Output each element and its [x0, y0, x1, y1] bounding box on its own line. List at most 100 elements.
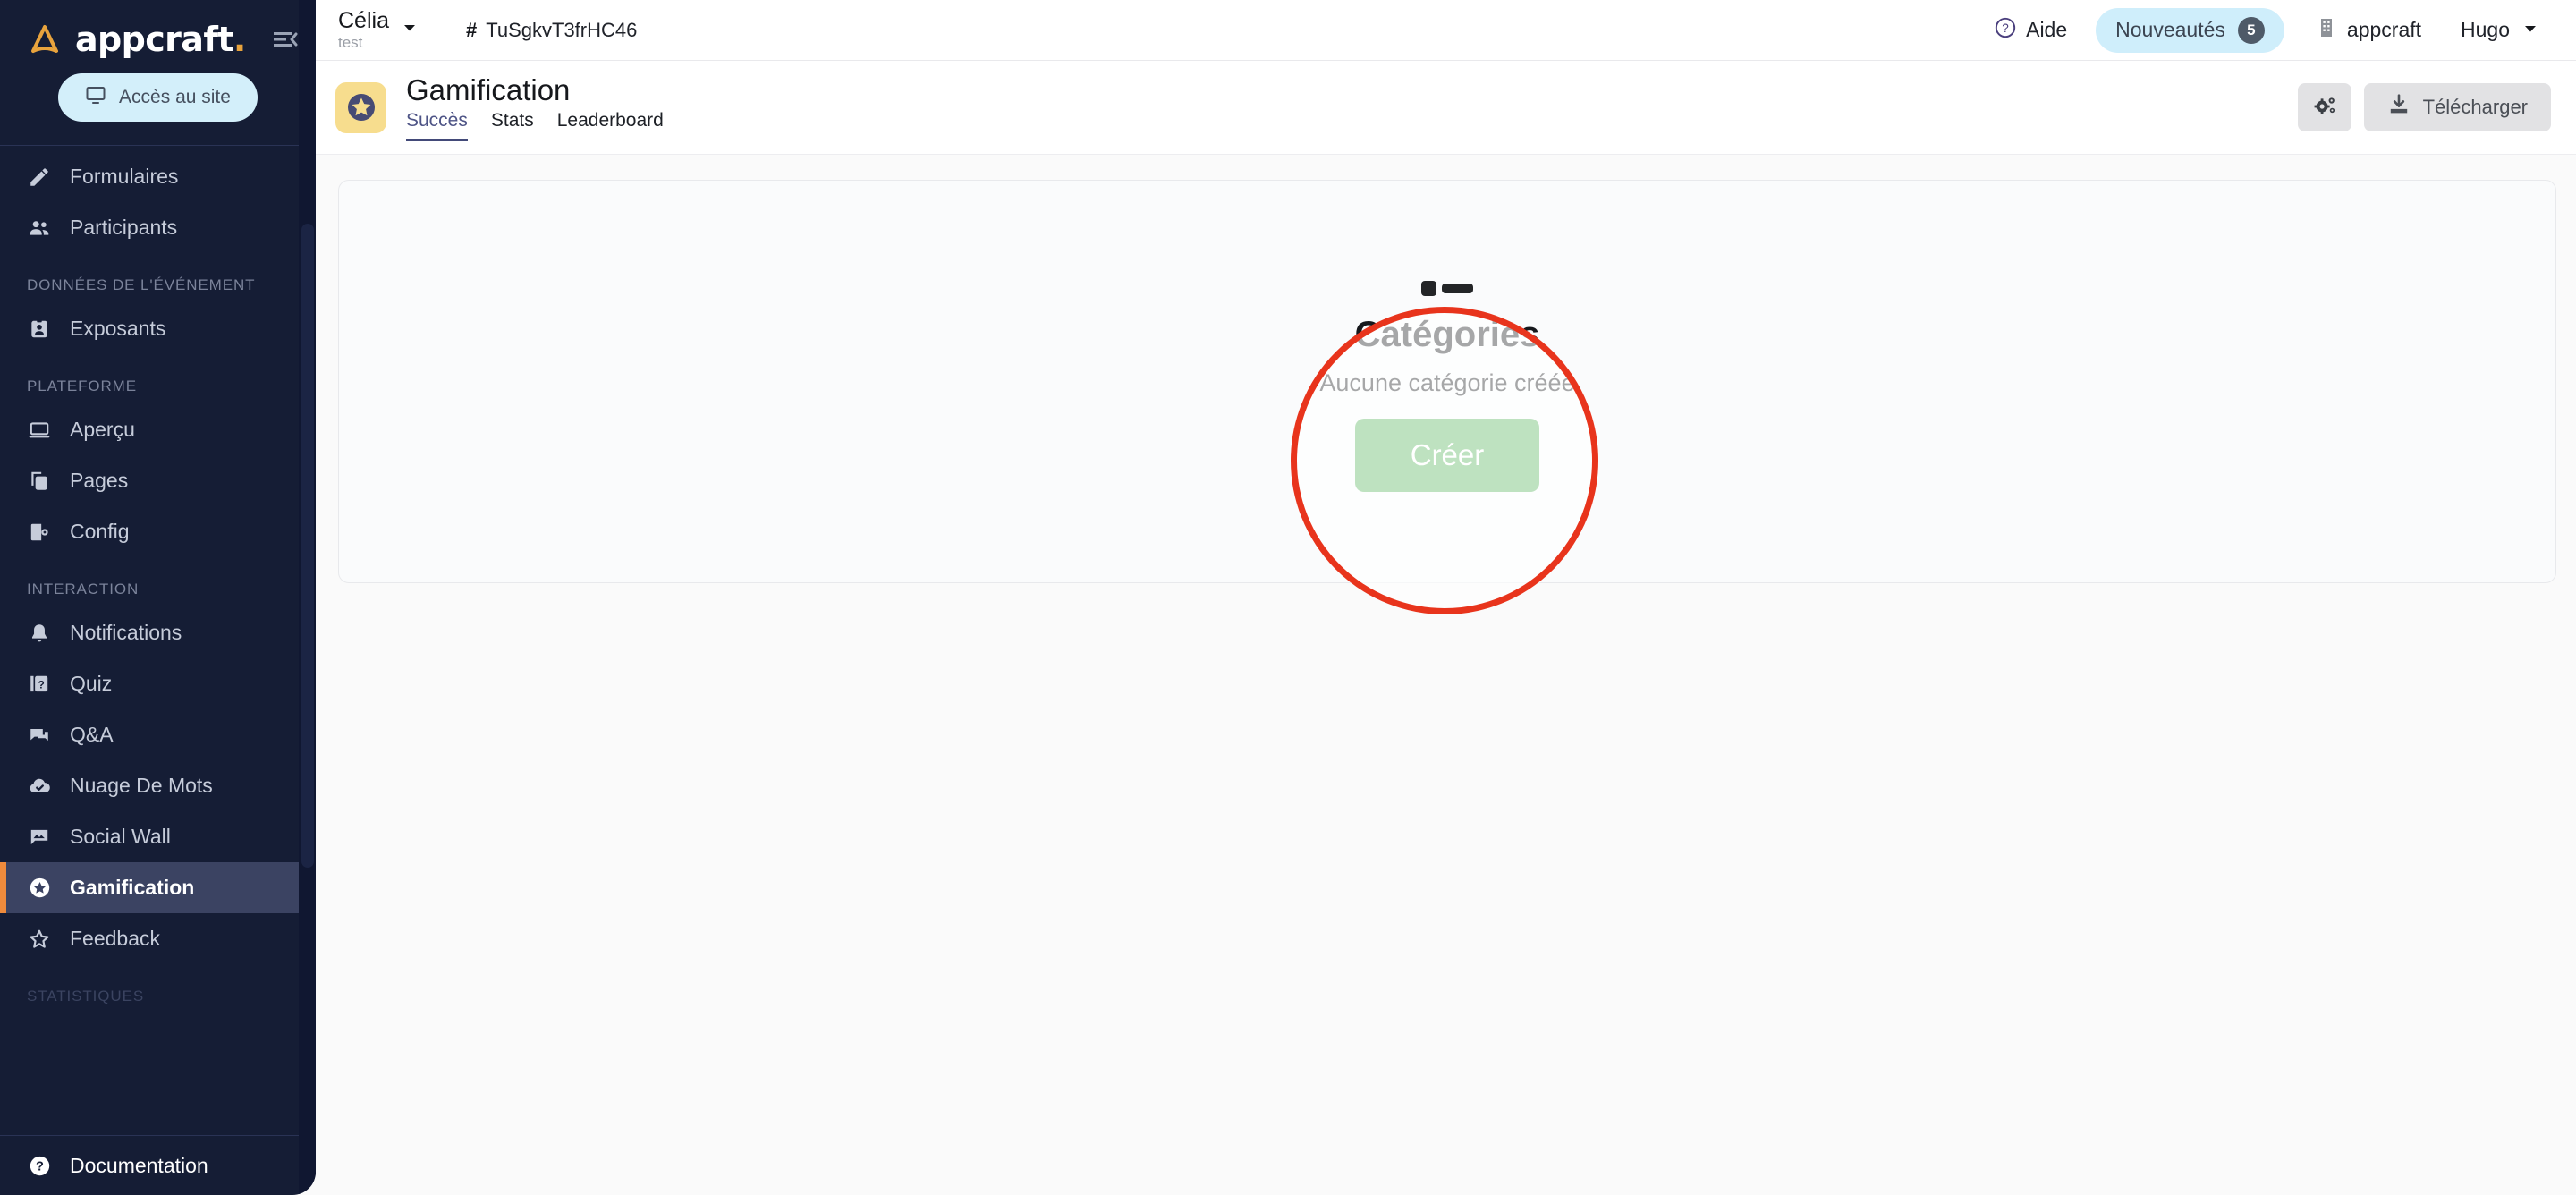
sidebar-item-label: Aperçu	[70, 418, 135, 441]
sidebar-item-label: Q&A	[70, 723, 114, 746]
sidebar: appcraft. Accès au site Formulaires Part…	[0, 0, 316, 1195]
topbar-actions: ? Aide Nouveautés 5 appcraft Hugo	[1981, 7, 2576, 53]
organization-label: appcraft	[2346, 18, 2422, 41]
sidebar-item-label: Feedback	[70, 927, 161, 950]
sidebar-item-formulaires[interactable]: Formulaires	[0, 151, 299, 202]
brand-logo[interactable]: appcraft.	[0, 0, 316, 59]
svg-text:?: ?	[2002, 21, 2009, 34]
tab-stats[interactable]: Stats	[491, 110, 534, 141]
category-list-icon	[1421, 279, 1473, 303]
sidebar-scrollbar[interactable]	[299, 0, 316, 1195]
page-header-actions: Télécharger	[2297, 83, 2576, 131]
empty-state-subtitle: Aucune catégorie créée	[1319, 369, 1575, 396]
sidebar-item-social-wall[interactable]: Social Wall	[0, 811, 299, 862]
bell-icon	[27, 621, 52, 646]
sidebar-item-label: Social Wall	[70, 825, 171, 848]
page-header-texts: Gamification Succès Stats Leaderboard	[406, 73, 664, 142]
sidebar-footer: ? Documentation	[0, 1135, 316, 1195]
empty-state: Catégories Aucune catégorie créée Créer	[339, 279, 2555, 492]
help-button[interactable]: ? Aide	[1981, 9, 2080, 52]
sidebar-item-label: Config	[70, 520, 130, 543]
sidebar-item-pages[interactable]: Pages	[0, 455, 299, 506]
question-card-icon: ?	[27, 672, 52, 697]
sidebar-item-nuage-de-mots[interactable]: Nuage De Mots	[0, 760, 299, 811]
event-code-value: TuSgkvT3frHC46	[486, 18, 638, 41]
sidebar-item-gamification[interactable]: Gamification	[0, 862, 299, 913]
sidebar-item-config[interactable]: Config	[0, 506, 299, 557]
main-content: Catégories Aucune catégorie créée Créer	[316, 156, 2576, 1195]
news-button[interactable]: Nouveautés 5	[2096, 7, 2284, 53]
topbar: Célia test # TuSgkvT3frHC46 ? Aide Nouve…	[316, 0, 2576, 61]
badge-icon	[27, 317, 52, 342]
download-label: Télécharger	[2422, 96, 2528, 118]
star-circle-icon	[27, 876, 52, 901]
user-menu[interactable]: Hugo	[2441, 11, 2551, 49]
photo-bubble-icon	[27, 825, 52, 850]
download-button[interactable]: Télécharger	[2363, 83, 2551, 131]
chevron-down-icon	[2522, 18, 2538, 42]
svg-text:?: ?	[36, 1159, 44, 1174]
sidebar-item-notifications[interactable]: Notifications	[0, 607, 299, 658]
site-access-button[interactable]: Accès au site	[58, 73, 258, 122]
sidebar-item-exposants[interactable]: Exposants	[0, 303, 299, 354]
help-circle-icon: ?	[1994, 16, 2017, 45]
phone-gear-icon	[27, 520, 52, 545]
organization-switcher[interactable]: appcraft	[2301, 10, 2437, 51]
laptop-icon	[27, 418, 52, 443]
help-label: Aide	[2026, 18, 2068, 41]
star-badge-icon	[335, 81, 386, 133]
app-root: appcraft. Accès au site Formulaires Part…	[0, 0, 2576, 1195]
chevron-down-icon	[402, 20, 418, 40]
pencil-icon	[27, 165, 52, 190]
site-access-label: Accès au site	[119, 87, 231, 107]
building-icon	[2317, 17, 2336, 44]
sidebar-item-documentation[interactable]: ? Documentation	[0, 1136, 299, 1195]
event-names: Célia test	[338, 9, 389, 50]
sidebar-item-qa[interactable]: Q&A	[0, 709, 299, 760]
empty-state-title: Catégories	[1354, 315, 1540, 354]
sidebar-item-feedback[interactable]: Feedback	[0, 913, 299, 964]
page-header: Gamification Succès Stats Leaderboard Té…	[316, 61, 2576, 155]
sidebar-item-quiz[interactable]: ? Quiz	[0, 658, 299, 709]
download-icon	[2387, 93, 2411, 122]
sidebar-item-label: Notifications	[70, 621, 182, 644]
user-label: Hugo	[2461, 18, 2510, 41]
tab-leaderboard[interactable]: Leaderboard	[557, 110, 664, 141]
copy-pages-icon	[27, 469, 52, 494]
sidebar-section-header: PLATEFORME	[27, 377, 137, 394]
cloud-check-icon	[27, 774, 52, 799]
sidebar-scroll-thumb[interactable]	[301, 224, 314, 868]
event-code[interactable]: # TuSgkvT3frHC46	[466, 19, 637, 42]
sidebar-item-label: Documentation	[70, 1153, 208, 1177]
hash-icon: #	[465, 18, 478, 41]
page-title: Gamification	[406, 72, 571, 106]
create-button[interactable]: Créer	[1354, 419, 1540, 492]
categories-card: Catégories Aucune catégorie créée Créer	[338, 180, 2556, 583]
sidebar-item-label: Pages	[70, 469, 129, 492]
sidebar-item-label: Gamification	[70, 876, 195, 899]
sidebar-item-label: Formulaires	[70, 165, 179, 188]
sidebar-item-apercu[interactable]: Aperçu	[0, 404, 299, 455]
collapse-sidebar-icon[interactable]	[271, 26, 298, 53]
news-count-badge: 5	[2237, 16, 2265, 44]
tab-succes[interactable]: Succès	[406, 110, 468, 142]
event-selector[interactable]: Célia test	[338, 9, 418, 50]
svg-text:?: ?	[38, 678, 45, 691]
sidebar-section-header: INTERACTION	[27, 581, 140, 598]
appcraft-delta-logo-icon	[27, 21, 63, 57]
event-name: Célia	[338, 8, 389, 34]
sidebar-item-label: Nuage De Mots	[70, 774, 213, 797]
sidebar-section-header: DONNÉES DE L'ÉVÉNEMENT	[27, 276, 256, 293]
sidebar-item-participants[interactable]: Participants	[0, 202, 299, 253]
chat-bubbles-icon	[27, 723, 52, 748]
site-access-row: Accès au site	[0, 59, 316, 145]
sidebar-item-label: Quiz	[70, 672, 113, 695]
people-icon	[27, 216, 52, 241]
brand-wordmark: appcraft.	[75, 20, 246, 59]
settings-button[interactable]	[2297, 83, 2351, 131]
event-subtitle: test	[338, 33, 363, 51]
brand-dot: .	[233, 20, 246, 59]
gears-icon	[2312, 94, 2337, 122]
sidebar-section-header: STATISTIQUES	[27, 987, 145, 1004]
sidebar-item-label: Participants	[70, 216, 178, 239]
